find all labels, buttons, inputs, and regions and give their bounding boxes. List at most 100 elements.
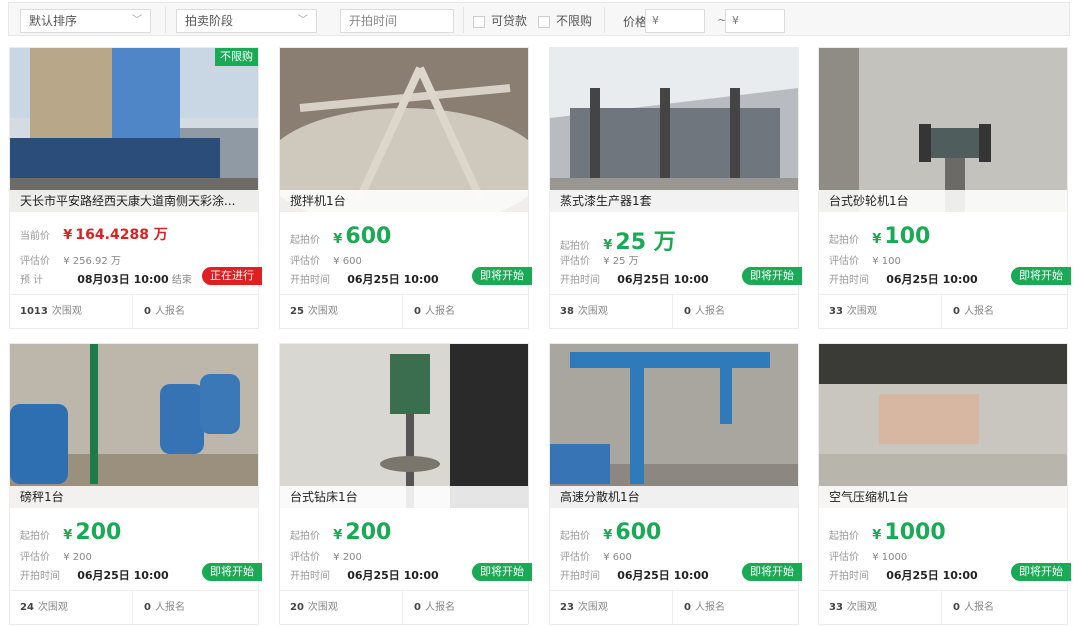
auction-card[interactable]: 磅秤1台 起拍价 ¥ 200 评估价 ¥ 200 开拍时间 06月25日 10:… [9,343,262,625]
status-badge: 即将开始 [742,563,802,581]
price-value: 600 [345,224,392,249]
assess-label: 评估价 [290,552,320,563]
stats-bar: 25 次围观 0 人报名 [280,294,528,329]
time-row: 开拍时间 06月25日 10:00 [560,567,709,583]
yen-sign: ¥ [603,528,613,543]
views-count: 25 次围观 [290,306,338,317]
auction-card[interactable]: 蒸式漆生产器1套 起拍价 ¥ 25 万 评估价 ¥ 25 万 开拍时间 06月2… [549,47,802,329]
scale-photo [10,344,258,508]
yen-sign: ¥ [63,228,73,243]
divider [672,295,673,329]
auction-card[interactable]: 高速分散机1台 起拍价 ¥ 600 评估价 ¥ 600 开拍时间 06月25日 … [549,343,802,625]
price-label: 起拍价 [290,235,320,246]
item-photo[interactable] [10,48,258,212]
views-count: 38 次围观 [560,306,608,317]
time-row: 预 计 08月03日 10:00 结束 [20,271,192,287]
item-photo[interactable] [280,48,528,212]
assess-value: ¥ 25 万 [603,256,639,267]
price-max-input[interactable]: ¥ [725,9,785,33]
checkbox-icon [538,15,550,28]
yen-sign: ¥ [333,528,343,543]
views-count: 20 次围观 [290,602,338,613]
price-value: 1000 [884,520,946,545]
item-photo[interactable] [819,344,1067,508]
item-title[interactable]: 空气压缩机1台 [819,486,1067,508]
divider [941,295,942,329]
divider [132,591,133,625]
price-label: 起拍价 [20,531,50,542]
stats-bar: 23 次围观 0 人报名 [550,590,798,625]
unlimited-checkbox[interactable]: 不限购 [538,13,592,29]
assess-value: ¥ 100 [872,256,901,267]
signups-count: 0 人报名 [414,306,455,317]
time-value: 06月25日 10:00 [886,569,978,582]
assess-value: ¥ 600 [333,256,362,267]
assess-row: 评估价 ¥ 600 [560,548,632,563]
status-badge: 即将开始 [472,563,532,581]
views-count: 24 次围观 [20,602,68,613]
views-count: 23 次围观 [560,602,608,613]
price-max-placeholder: ¥ [732,14,739,27]
auction-card[interactable]: 不限购 天长市平安路经西天康大道南侧天彩涂... 当前价 ¥ 164.4288 … [9,47,262,329]
assess-row: 评估价 ¥ 600 [290,252,362,267]
assess-row: 评估价 ¥ 100 [829,252,901,267]
price-value: 200 [345,520,392,545]
unlimited-tag: 不限购 [215,48,258,66]
divider [132,295,133,329]
signups-count: 0 人报名 [144,602,185,613]
item-title[interactable]: 天长市平安路经西天康大道南侧天彩涂... [10,190,258,212]
item-photo[interactable] [550,48,798,212]
auction-card[interactable]: 台式砂轮机1台 起拍价 ¥ 100 评估价 ¥ 100 开拍时间 06月25日 … [818,47,1071,329]
price-min-input[interactable]: ¥ [645,9,705,33]
item-title[interactable]: 搅拌机1台 [280,190,528,212]
time-row: 开拍时间 06月25日 10:00 [290,271,439,287]
start-time-input[interactable]: 开拍时间 [340,9,454,33]
item-title[interactable]: 高速分散机1台 [550,486,798,508]
divider [402,591,403,625]
item-photo[interactable] [550,344,798,508]
stats-bar: 33 次围观 0 人报名 [819,590,1067,625]
item-photo[interactable] [280,344,528,508]
loanable-checkbox[interactable]: 可贷款 [473,13,527,29]
grinder-photo [819,48,1067,212]
yen-sign: ¥ [333,232,343,247]
drill-press-photo [280,344,528,508]
stage-select[interactable]: 拍卖阶段 ﹀ [176,9,317,33]
assess-value: ¥ 600 [603,552,632,563]
item-title[interactable]: 台式砂轮机1台 [819,190,1067,212]
time-label: 开拍时间 [560,275,600,286]
time-row: 开拍时间 06月25日 10:00 [829,271,978,287]
auction-card[interactable]: 台式钻床1台 起拍价 ¥ 200 评估价 ¥ 200 开拍时间 06月25日 1… [279,343,532,625]
sort-select[interactable]: 默认排序 ﹀ [20,9,151,33]
filter-bar: 默认排序 ﹀ 拍卖阶段 ﹀ 开拍时间 可贷款 不限购 价格 ¥ ~ ¥ [8,2,1070,36]
item-photo[interactable] [819,48,1067,212]
divider [463,7,464,33]
stats-bar: 33 次围观 0 人报名 [819,294,1067,329]
status-badge: 即将开始 [742,267,802,285]
time-label: 开拍时间 [290,275,330,286]
time-label: 开拍时间 [20,571,60,582]
price-row: 起拍价 ¥ 200 [290,520,391,545]
assess-value: ¥ 1000 [872,552,908,563]
divider [672,591,673,625]
signups-count: 0 人报名 [684,306,725,317]
item-title[interactable]: 磅秤1台 [10,486,258,508]
price-value: 600 [615,520,662,545]
views-count: 1013 次围观 [20,306,82,317]
time-label: 开拍时间 [560,571,600,582]
auction-card[interactable]: 空气压缩机1台 起拍价 ¥ 1000 评估价 ¥ 1000 开拍时间 06月25… [818,343,1071,625]
divider [402,295,403,329]
loanable-label: 可贷款 [491,14,528,28]
status-badge: 即将开始 [1011,267,1071,285]
status-badge: 即将开始 [202,563,262,581]
item-photo[interactable] [10,344,258,508]
auction-card[interactable]: 搅拌机1台 起拍价 ¥ 600 评估价 ¥ 600 开拍时间 06月25日 10… [279,47,532,329]
item-title[interactable]: 蒸式漆生产器1套 [550,190,798,212]
time-row: 开拍时间 06月25日 10:00 [20,567,169,583]
time-value: 06月25日 10:00 [617,569,709,582]
price-label: 起拍价 [829,531,859,542]
item-title[interactable]: 台式钻床1台 [280,486,528,508]
time-value: 06月25日 10:00 [617,273,709,286]
assess-label: 评估价 [20,256,50,267]
assess-value: ¥ 200 [333,552,362,563]
